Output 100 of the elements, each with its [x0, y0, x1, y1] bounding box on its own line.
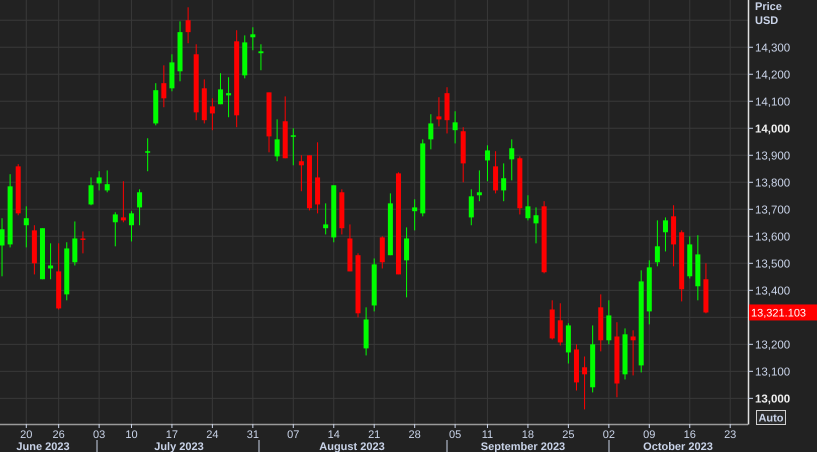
- candlestick: [145, 138, 150, 172]
- candlestick: [323, 202, 328, 235]
- candlestick: [598, 294, 604, 352]
- candlestick: [282, 96, 288, 159]
- candlestick: [646, 260, 652, 325]
- candlestick: [120, 180, 126, 223]
- candlestick: [574, 344, 579, 391]
- candlestick: [339, 188, 344, 235]
- candlestick: [290, 128, 296, 166]
- candlestick: [331, 184, 336, 243]
- candlestick: [468, 188, 474, 226]
- candlestick: [582, 356, 588, 410]
- candlestick: [96, 170, 102, 191]
- axis-tick-label: 02: [602, 429, 615, 441]
- candlestick: [298, 154, 304, 192]
- candlestick: [654, 220, 660, 267]
- candlestick: [64, 242, 70, 301]
- axis-tick-label: 25: [562, 429, 574, 441]
- candlestick: [0, 218, 5, 277]
- candlestick: [112, 212, 118, 247]
- candlestick: [687, 236, 692, 279]
- candlestick: [16, 164, 21, 216]
- axis-tick-label: 17: [166, 429, 178, 441]
- candlestick: [460, 126, 466, 183]
- candlestick: [695, 234, 700, 301]
- candlestick: [630, 330, 636, 376]
- month-label: October 2023: [643, 441, 713, 452]
- candlestick: [550, 300, 555, 340]
- axis-tick-label: 10: [125, 429, 138, 441]
- candlestick: [606, 300, 612, 345]
- candlestick: [566, 322, 571, 364]
- axis-unit: USD: [755, 15, 778, 27]
- candlestick: [356, 252, 361, 318]
- candlestick: [48, 242, 54, 280]
- candlestick: [558, 302, 563, 346]
- axis-tick-label: 31: [246, 429, 259, 441]
- axis-tick-label: 14: [328, 429, 340, 441]
- candlestick: [88, 176, 94, 206]
- candlestick: [347, 224, 352, 272]
- candlestick: [306, 154, 312, 211]
- candlestick: [622, 328, 628, 380]
- candlestick: [509, 138, 514, 181]
- axis-tick-label: 14,000: [755, 123, 790, 136]
- candlestick: [493, 150, 498, 194]
- candlestick: [218, 72, 223, 105]
- auto-button[interactable]: Auto: [756, 410, 786, 425]
- axis-tick-label: 26: [52, 429, 65, 441]
- candlestick: [250, 26, 256, 51]
- candlestick: [56, 242, 62, 310]
- candlestick: [404, 226, 410, 298]
- candlestick: [274, 118, 280, 162]
- candlestick: [484, 144, 490, 182]
- axis-tick-label: 14,100: [755, 96, 790, 108]
- candlestick: [517, 156, 522, 215]
- candlestick: [380, 236, 385, 269]
- candlestick: [266, 92, 272, 153]
- axis-tick-label: 13,400: [755, 285, 790, 298]
- candlestick: [40, 228, 45, 280]
- candlestick: [671, 204, 676, 267]
- candlestick: [210, 98, 215, 131]
- month-label: June 2023: [16, 441, 70, 452]
- last-price-badge: 13,321.103: [749, 304, 817, 320]
- candlestick: [202, 78, 207, 124]
- candlestick: [428, 114, 434, 150]
- candlestick: [72, 220, 78, 266]
- axis-tick-label: 20: [20, 429, 32, 441]
- axis-tick-label: 14,300: [755, 42, 790, 54]
- axis-tick-label: 13,000: [755, 393, 790, 406]
- candlestick: [412, 198, 418, 231]
- candlestick: [525, 194, 530, 221]
- candlestick: [137, 188, 142, 226]
- candlestick: [128, 210, 134, 242]
- axis-tick-label: 03: [93, 429, 106, 441]
- axis-tick-label: 13,100: [755, 366, 790, 378]
- candlestick: [226, 76, 232, 118]
- month-label: August 2023: [319, 441, 385, 452]
- candlestick: [178, 20, 183, 82]
- candlestick: [476, 170, 482, 202]
- candlestick: [703, 262, 708, 314]
- axis-title: Price: [755, 1, 782, 13]
- axis-tick-label: 16: [684, 429, 696, 441]
- axis-tick-label: 13,700: [755, 204, 790, 216]
- axis-tick-label: 11: [482, 429, 494, 441]
- candlestick: [161, 64, 166, 108]
- candlestick: [242, 34, 248, 79]
- axis-tick-label: 13,200: [755, 339, 790, 352]
- axis-tick-label: 21: [368, 429, 380, 441]
- candlestick: [153, 82, 158, 126]
- candlestick: [590, 324, 596, 393]
- candlestick: [364, 306, 369, 356]
- axis-tick-label: 28: [408, 429, 421, 441]
- candlestick: [444, 86, 450, 134]
- candlestick: [436, 96, 442, 127]
- axis-tick-label: 14,200: [755, 69, 790, 82]
- candlestick: [534, 206, 539, 244]
- candlestick: [24, 206, 29, 248]
- candlestick: [104, 170, 110, 193]
- candlestick: [32, 224, 37, 275]
- axis-tick-label: 18: [522, 429, 534, 441]
- candlestick: [662, 216, 668, 252]
